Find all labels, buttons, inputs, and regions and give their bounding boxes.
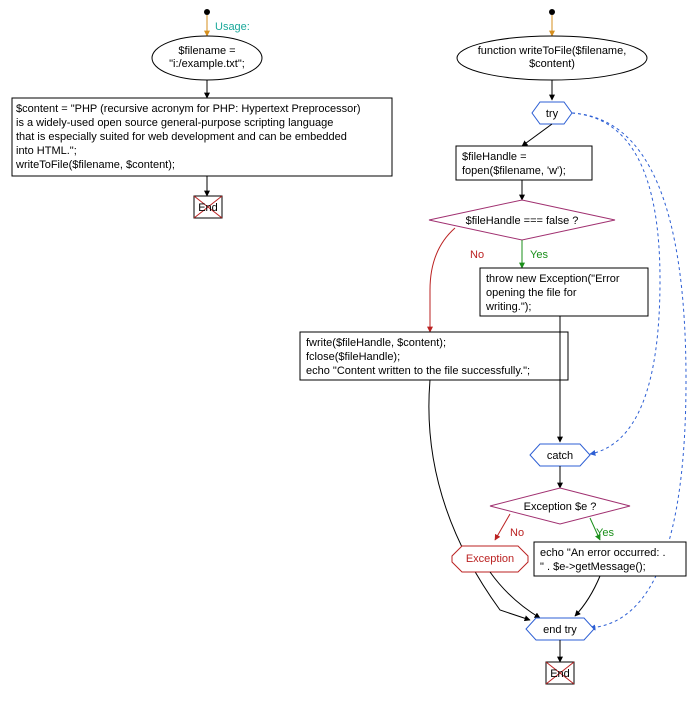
cond1-no-arrow: [430, 228, 455, 332]
svg-text:"i:/example.txt";: "i:/example.txt";: [169, 58, 245, 70]
cond1-yes-label: Yes: [530, 249, 548, 261]
exception-to-endtry-arrow: [490, 572, 540, 618]
svg-text:$content = "PHP (recursive acr: $content = "PHP (recursive acronym for P…: [16, 103, 361, 115]
filehandle-condition-node: $fileHandle === false ?: [429, 200, 615, 240]
echo-node: echo "An error occurred: . " . $e->getMe…: [534, 542, 686, 576]
svg-text:fclose($fileHandle);: fclose($fileHandle);: [306, 351, 400, 363]
svg-text:into HTML.";: into HTML.";: [16, 145, 77, 157]
right-end-node: End: [546, 662, 574, 684]
svg-text:echo "An error occurred: .: echo "An error occurred: .: [540, 547, 666, 559]
svg-text:fwrite($fileHandle, $content);: fwrite($fileHandle, $content);: [306, 337, 446, 349]
try-to-fopen-arrow: [522, 124, 552, 146]
svg-text:Exception: Exception: [466, 553, 514, 565]
svg-text:fopen($filename, 'w');: fopen($filename, 'w');: [462, 165, 566, 177]
fopen-node: $fileHandle = fopen($filename, 'w');: [456, 146, 592, 180]
svg-text:is a widely-used open source g: is a widely-used open source general-pur…: [16, 117, 333, 129]
content-node: $content = "PHP (recursive acronym for P…: [12, 98, 392, 176]
svg-text:writing.");: writing.");: [485, 301, 531, 313]
filename-node: $filename = "i:/example.txt";: [152, 36, 262, 80]
usage-label: Usage:: [215, 21, 250, 33]
svg-text:End: End: [550, 668, 570, 680]
cond2-yes-label: Yes: [596, 527, 614, 539]
cond2-no-label: No: [510, 527, 524, 539]
try-node: try: [532, 102, 572, 124]
echo-to-endtry-arrow: [575, 576, 600, 616]
svg-text:$fileHandle === false ?: $fileHandle === false ?: [466, 215, 579, 227]
svg-text:" . $e->getMessage();: " . $e->getMessage();: [540, 561, 646, 573]
cond1-no-label: No: [470, 249, 484, 261]
right-entry-dot: [549, 9, 555, 15]
svg-text:opening the file for: opening the file for: [486, 287, 577, 299]
svg-text:echo "Content written to the f: echo "Content written to the file succes…: [306, 365, 530, 377]
left-entry-dot: [204, 9, 210, 15]
left-end-node: End: [194, 196, 222, 218]
svg-text:writeToFile($filename, $conten: writeToFile($filename, $content);: [15, 159, 175, 171]
svg-text:function writeToFile($filename: function writeToFile($filename,: [478, 45, 627, 57]
svg-text:$fileHandle =: $fileHandle =: [462, 151, 527, 163]
svg-text:that is especially suited for: that is especially suited for web develo…: [16, 131, 347, 143]
svg-text:End: End: [198, 202, 218, 214]
exception-condition-node: Exception $e ?: [490, 488, 630, 524]
svg-text:throw new Exception("Error: throw new Exception("Error: [486, 273, 620, 285]
svg-text:$content): $content): [529, 58, 575, 70]
svg-text:Exception $e ?: Exception $e ?: [524, 501, 597, 513]
fwrite-node: fwrite($fileHandle, $content); fclose($f…: [300, 332, 568, 380]
left-flowchart: Usage: $filename = "i:/example.txt"; $co…: [12, 9, 392, 218]
cond2-no-arrow: [495, 514, 510, 540]
svg-text:catch: catch: [547, 450, 573, 462]
function-node: function writeToFile($filename, $content…: [457, 36, 647, 80]
svg-text:$filename =: $filename =: [178, 45, 235, 57]
svg-text:end try: end try: [543, 624, 577, 636]
catch-node: catch: [530, 444, 590, 466]
endtry-node: end try: [526, 618, 594, 640]
throw-node: throw new Exception("Error opening the f…: [480, 268, 648, 316]
exception-node: Exception: [452, 546, 528, 572]
svg-text:try: try: [546, 108, 559, 120]
